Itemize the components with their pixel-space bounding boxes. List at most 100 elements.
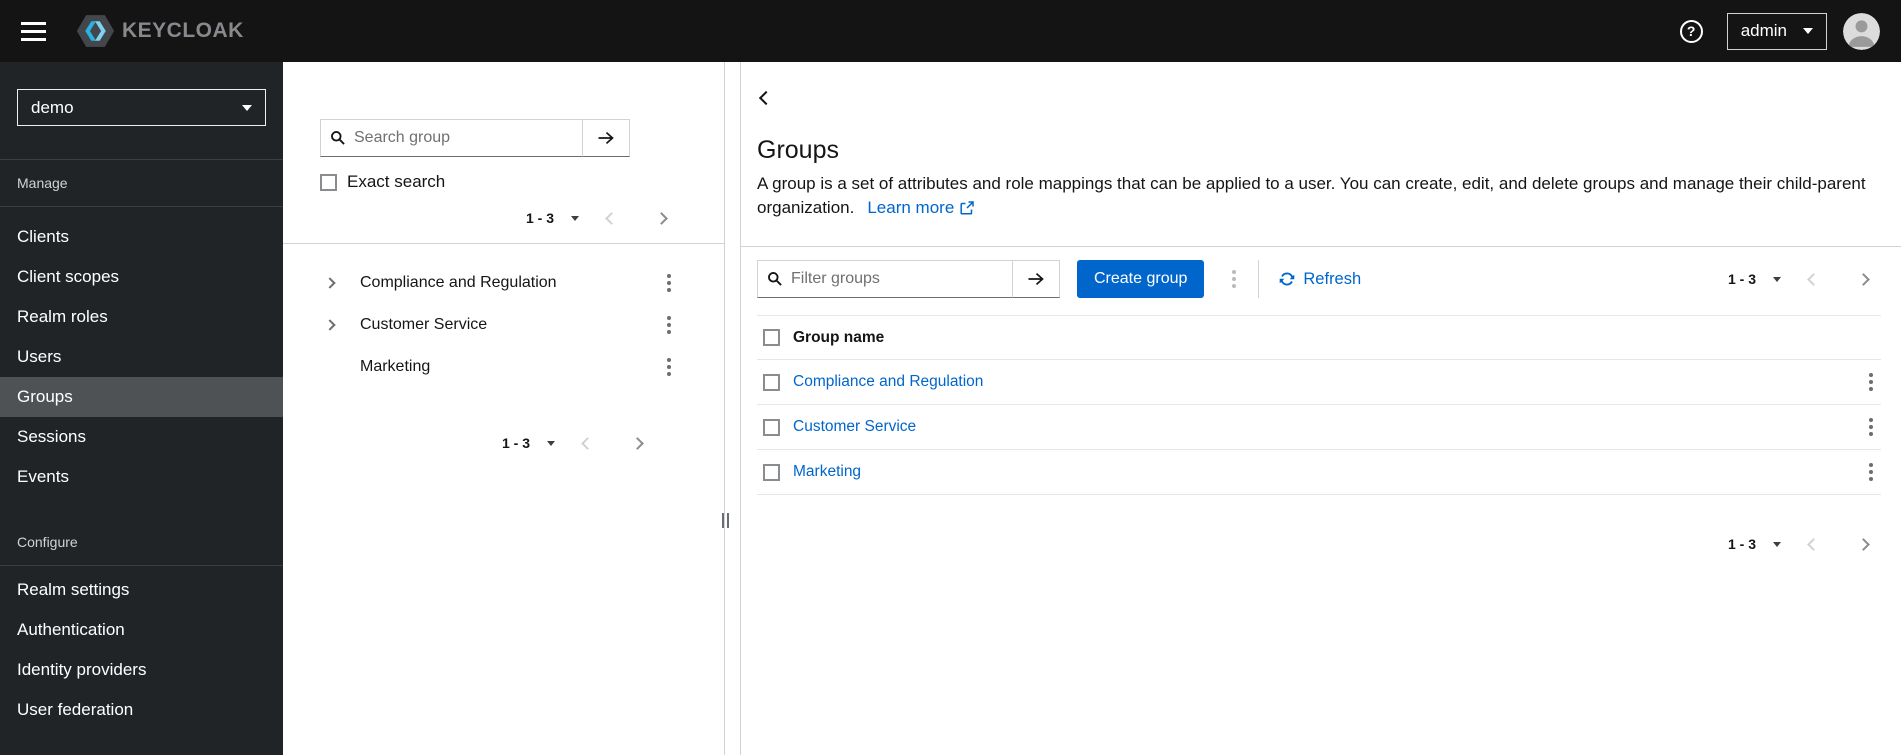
group-link[interactable]: Compliance and Regulation <box>793 373 983 390</box>
filter-field-wrap <box>757 260 1012 298</box>
tree-pagination-top: 1 - 3 <box>320 206 679 230</box>
angle-right-icon <box>1857 537 1870 551</box>
sidebar-item-clients[interactable]: Clients <box>0 217 283 257</box>
sidebar-item-authentication[interactable]: Authentication <box>0 610 283 650</box>
previous-page-button[interactable] <box>570 431 605 455</box>
refresh-icon <box>1280 272 1295 286</box>
refresh-button[interactable]: Refresh <box>1271 270 1369 289</box>
groups-tree-panel: Exact search 1 - 3 Compliance and Regula… <box>283 62 729 755</box>
sidebar-item-realm-settings[interactable]: Realm settings <box>0 570 283 610</box>
caret-down-icon <box>1773 276 1781 282</box>
sidebar-item-users[interactable]: Users <box>0 337 283 377</box>
exact-search-control: Exact search <box>320 172 679 192</box>
nav-toggle-button[interactable] <box>21 21 46 41</box>
angle-right-icon <box>324 277 336 289</box>
arrow-right-icon <box>1028 272 1044 286</box>
pagination-range-menu[interactable]: 1 - 3 <box>502 435 555 451</box>
help-button[interactable]: ? <box>1679 19 1703 43</box>
table-row: Customer Service <box>757 405 1881 450</box>
keycloak-admin-console: KEYCLOAK ? admin demo Manage Clients Cli… <box>0 0 1901 755</box>
next-page-button[interactable] <box>1846 267 1881 291</box>
back-button[interactable] <box>757 89 775 107</box>
row-actions-kebab[interactable] <box>1861 414 1881 440</box>
row-checkbox[interactable] <box>763 463 780 481</box>
nav-section-manage: Manage <box>17 175 68 191</box>
refresh-label: Refresh <box>1303 269 1362 288</box>
learn-more-link[interactable]: Learn more <box>867 196 975 220</box>
group-name-link[interactable]: Marketing <box>360 358 430 376</box>
page-title: Groups <box>757 136 839 164</box>
panel-splitter-handle[interactable] <box>722 513 729 528</box>
exact-search-checkbox[interactable] <box>320 173 337 191</box>
panel-gap <box>725 62 740 755</box>
expand-toggle[interactable] <box>324 277 356 289</box>
next-page-button[interactable] <box>620 431 655 455</box>
previous-page-button[interactable] <box>1796 267 1831 291</box>
sidebar-item-events[interactable]: Events <box>0 457 283 497</box>
groups-table: Group name Compliance and Regulation Cus… <box>757 315 1881 495</box>
group-link[interactable]: Marketing <box>793 463 861 480</box>
sidebar-item-sessions[interactable]: Sessions <box>0 417 283 457</box>
learn-more-label: Learn more <box>867 198 955 217</box>
pagination-range-menu[interactable]: 1 - 3 <box>1728 536 1781 552</box>
pagination-range-label: 1 - 3 <box>1727 536 1756 552</box>
search-submit-button[interactable] <box>582 119 630 157</box>
angle-left-icon <box>1807 537 1820 551</box>
group-name-link[interactable]: Customer Service <box>360 316 487 334</box>
sidebar-divider <box>0 565 283 566</box>
row-checkbox-cell <box>757 373 793 391</box>
keycloak-hexagon-icon <box>75 13 116 49</box>
tree-item: Compliance and Regulation <box>320 262 679 304</box>
groups-tree-list: Compliance and Regulation Customer Servi… <box>320 262 679 388</box>
group-actions-kebab[interactable] <box>659 312 679 338</box>
table-row: Marketing <box>757 450 1881 495</box>
group-actions-kebab[interactable] <box>659 270 679 296</box>
sidebar: demo Manage Clients Client scopes Realm … <box>0 62 283 755</box>
kebab-icon <box>667 358 671 376</box>
groups-list-kebab[interactable] <box>1220 264 1248 294</box>
tree-item: Customer Service <box>320 304 679 346</box>
realm-selector-dropdown[interactable]: demo <box>17 89 266 126</box>
previous-page-button[interactable] <box>594 206 629 230</box>
caret-down-icon <box>242 104 252 111</box>
group-link[interactable]: Customer Service <box>793 418 916 435</box>
previous-page-button[interactable] <box>1796 532 1831 556</box>
row-checkbox[interactable] <box>763 373 780 391</box>
row-actions-kebab[interactable] <box>1861 459 1881 485</box>
group-name-link[interactable]: Compliance and Regulation <box>360 274 557 292</box>
create-group-button[interactable]: Create group <box>1077 260 1205 298</box>
select-all-checkbox[interactable] <box>763 329 780 346</box>
next-page-button[interactable] <box>644 206 679 230</box>
user-menu-dropdown[interactable]: admin <box>1726 12 1827 50</box>
row-actions-kebab[interactable] <box>1861 369 1881 395</box>
page-description: A group is a set of attributes and role … <box>757 172 1881 220</box>
sidebar-item-realm-roles[interactable]: Realm roles <box>0 297 283 337</box>
sidebar-item-client-scopes[interactable]: Client scopes <box>0 257 283 297</box>
pagination-range-menu[interactable]: 1 - 3 <box>526 210 579 226</box>
exact-search-label: Exact search <box>347 172 446 191</box>
table-row: Compliance and Regulation <box>757 360 1881 405</box>
next-page-button[interactable] <box>1846 532 1881 556</box>
external-link-icon <box>960 201 975 215</box>
expand-toggle[interactable] <box>324 319 356 331</box>
row-checkbox[interactable] <box>763 418 780 436</box>
configure-nav-list: Realm settings Authentication Identity p… <box>0 570 283 730</box>
kebab-icon <box>1869 418 1873 436</box>
search-group-input[interactable] <box>320 119 582 157</box>
group-search-input-group <box>320 119 630 157</box>
sidebar-item-identity-providers[interactable]: Identity providers <box>0 650 283 690</box>
table-header-row: Group name <box>757 315 1881 360</box>
search-icon <box>768 272 782 286</box>
groups-toolbar: Create group Refresh 1 - 3 <box>757 260 1881 298</box>
sidebar-item-user-federation[interactable]: User federation <box>0 690 283 730</box>
toolbar-divider <box>1258 260 1260 298</box>
group-actions-kebab[interactable] <box>659 354 679 380</box>
pagination-range-menu[interactable]: 1 - 3 <box>1728 271 1781 287</box>
sidebar-item-groups[interactable]: Groups <box>0 377 283 417</box>
keycloak-logo[interactable]: KEYCLOAK <box>75 13 244 49</box>
filter-groups-input[interactable] <box>757 260 1012 298</box>
caret-down-icon <box>1773 541 1781 547</box>
avatar[interactable] <box>1843 12 1880 50</box>
filter-submit-button[interactable] <box>1012 260 1060 298</box>
masthead-actions: ? admin <box>1679 12 1880 50</box>
